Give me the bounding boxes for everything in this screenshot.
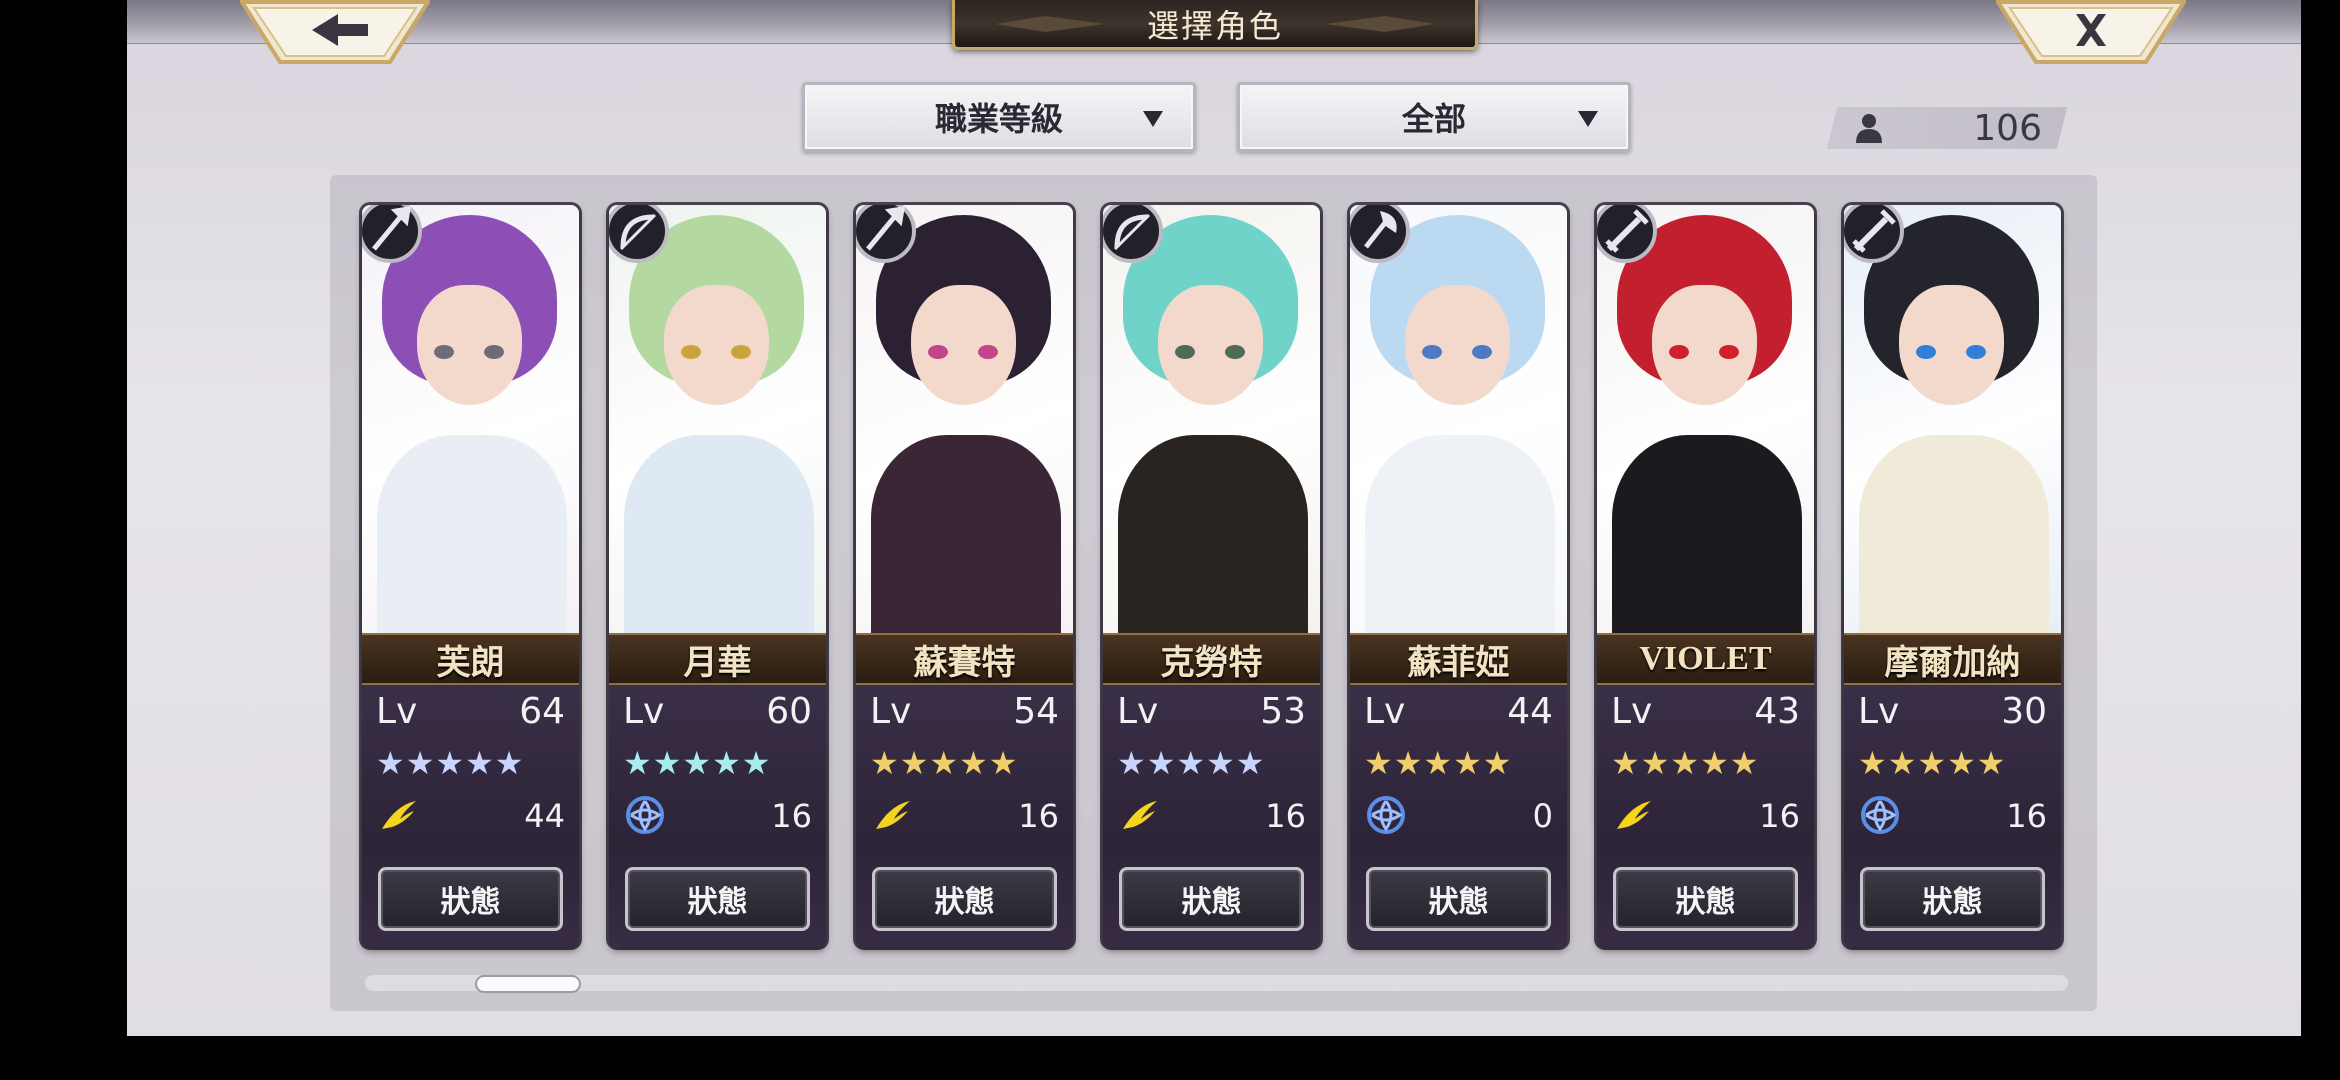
close-x-icon <box>1994 0 2188 64</box>
character-portrait <box>362 205 579 633</box>
ornament-icon <box>1325 16 1435 32</box>
status-button[interactable]: 狀態 <box>1366 867 1551 931</box>
character-card[interactable]: 蘇賽特 Lv 54 ★★★★★ 16 狀態 <box>856 205 1073 947</box>
character-name: VIOLET <box>1597 633 1814 685</box>
job-level-sort-dropdown[interactable]: 職業等級 <box>802 82 1196 152</box>
element-value: 16 <box>1018 797 1059 835</box>
level-label: Lv <box>623 691 665 732</box>
title-plate: 選擇角色 <box>952 0 1478 50</box>
character-card[interactable]: 摩爾加納 Lv 30 ★★★★★ 16 狀態 <box>1844 205 2061 947</box>
arrow-left-icon <box>238 0 432 64</box>
rarity-stars: ★★★★★ <box>1858 745 2007 781</box>
category-filter-dropdown[interactable]: 全部 <box>1237 82 1631 152</box>
element-value: 16 <box>771 797 812 835</box>
level-value: 30 <box>2001 691 2047 732</box>
close-button[interactable] <box>1994 0 2188 64</box>
rarity-stars: ★★★★★ <box>623 745 772 781</box>
character-card[interactable]: 月華 Lv 60 ★★★★★ 16 狀態 <box>609 205 826 947</box>
sword-icon <box>1597 205 1657 263</box>
character-name: 克勞特 <box>1103 633 1320 685</box>
character-name: 月華 <box>609 633 826 685</box>
rarity-stars: ★★★★★ <box>870 745 1019 781</box>
character-portrait <box>1844 205 2061 633</box>
status-button[interactable]: 狀態 <box>625 867 810 931</box>
character-portrait <box>1103 205 1320 633</box>
wind-element-icon <box>876 801 910 829</box>
character-portrait <box>609 205 826 633</box>
rarity-stars: ★★★★★ <box>1611 745 1760 781</box>
character-card[interactable]: 蘇菲婭 Lv 44 ★★★★★ 0 狀態 <box>1350 205 1567 947</box>
back-button[interactable] <box>238 0 432 64</box>
page-title: 選擇角色 <box>1146 6 1283 45</box>
status-button[interactable]: 狀態 <box>872 867 1057 931</box>
chevron-down-icon <box>1143 111 1163 127</box>
character-card[interactable]: 克勞特 Lv 53 ★★★★★ 16 狀態 <box>1103 205 1320 947</box>
level-value: 44 <box>1507 691 1553 732</box>
rarity-stars: ★★★★★ <box>376 745 525 781</box>
spear-icon <box>362 205 422 263</box>
character-stats: Lv 54 ★★★★★ 16 狀態 <box>856 685 1073 947</box>
level-value: 54 <box>1013 691 1059 732</box>
level-label: Lv <box>1117 691 1159 732</box>
chevron-down-icon <box>1578 111 1598 127</box>
status-button[interactable]: 狀態 <box>1860 867 2045 931</box>
level-value: 64 <box>519 691 565 732</box>
character-card[interactable]: 芙朗 Lv 64 ★★★★★ 44 狀態 <box>362 205 579 947</box>
sword-icon <box>1844 205 1904 263</box>
ornament-icon <box>995 16 1105 32</box>
water-element-icon <box>626 796 664 834</box>
dropdown-label: 全部 <box>1401 100 1466 138</box>
character-name: 蘇賽特 <box>856 633 1073 685</box>
element-value: 16 <box>2006 797 2047 835</box>
character-portrait <box>1597 205 1814 633</box>
element-value: 16 <box>1265 797 1306 835</box>
bow-icon <box>1103 205 1163 263</box>
character-name: 摩爾加納 <box>1844 633 2061 685</box>
wind-element-icon <box>1123 801 1157 829</box>
level-value: 43 <box>1754 691 1800 732</box>
dropdown-label: 職業等級 <box>934 100 1063 138</box>
character-portrait <box>1350 205 1567 633</box>
character-stats: Lv 30 ★★★★★ 16 狀態 <box>1844 685 2061 947</box>
spear-icon <box>856 205 916 263</box>
status-button[interactable]: 狀態 <box>378 867 563 931</box>
roster-count: 106 <box>1973 108 2042 149</box>
element-value: 44 <box>524 797 565 835</box>
element-value: 0 <box>1532 797 1553 835</box>
character-stats: Lv 60 ★★★★★ 16 狀態 <box>609 685 826 947</box>
character-list-panel: 芙朗 Lv 64 ★★★★★ 44 狀態 月華 Lv 60 ★★★★★ 16 狀… <box>330 175 2097 1011</box>
horizontal-scrollbar[interactable] <box>365 975 2068 993</box>
character-name: 芙朗 <box>362 633 579 685</box>
rarity-stars: ★★★★★ <box>1117 745 1266 781</box>
status-button[interactable]: 狀態 <box>1613 867 1798 931</box>
character-card[interactable]: VIOLET Lv 43 ★★★★★ 16 狀態 <box>1597 205 1814 947</box>
level-label: Lv <box>376 691 418 732</box>
character-stats: Lv 43 ★★★★★ 16 狀態 <box>1597 685 1814 947</box>
bow-icon <box>609 205 669 263</box>
character-portrait <box>856 205 1073 633</box>
level-value: 60 <box>766 691 812 732</box>
level-label: Lv <box>1611 691 1653 732</box>
status-button[interactable]: 狀態 <box>1119 867 1304 931</box>
level-label: Lv <box>1858 691 1900 732</box>
level-value: 53 <box>1260 691 1306 732</box>
wind-element-icon <box>382 801 416 829</box>
character-stats: Lv 44 ★★★★★ 0 狀態 <box>1350 685 1567 947</box>
axe-icon <box>1350 205 1410 263</box>
rarity-stars: ★★★★★ <box>1364 745 1513 781</box>
character-name: 蘇菲婭 <box>1350 633 1567 685</box>
scrollbar-thumb[interactable] <box>475 975 581 993</box>
character-stats: Lv 53 ★★★★★ 16 狀態 <box>1103 685 1320 947</box>
water-element-icon <box>1367 796 1405 834</box>
element-value: 16 <box>1759 797 1800 835</box>
level-label: Lv <box>1364 691 1406 732</box>
water-element-icon <box>1861 796 1899 834</box>
character-stats: Lv 64 ★★★★★ 44 狀態 <box>362 685 579 947</box>
level-label: Lv <box>870 691 912 732</box>
wind-element-icon <box>1617 801 1651 829</box>
person-icon <box>1856 114 1882 143</box>
game-screen: 選擇角色 職業等級 全部 106 芙朗 Lv 64 ★★★★★ 44 狀態 月華… <box>127 0 2301 1036</box>
